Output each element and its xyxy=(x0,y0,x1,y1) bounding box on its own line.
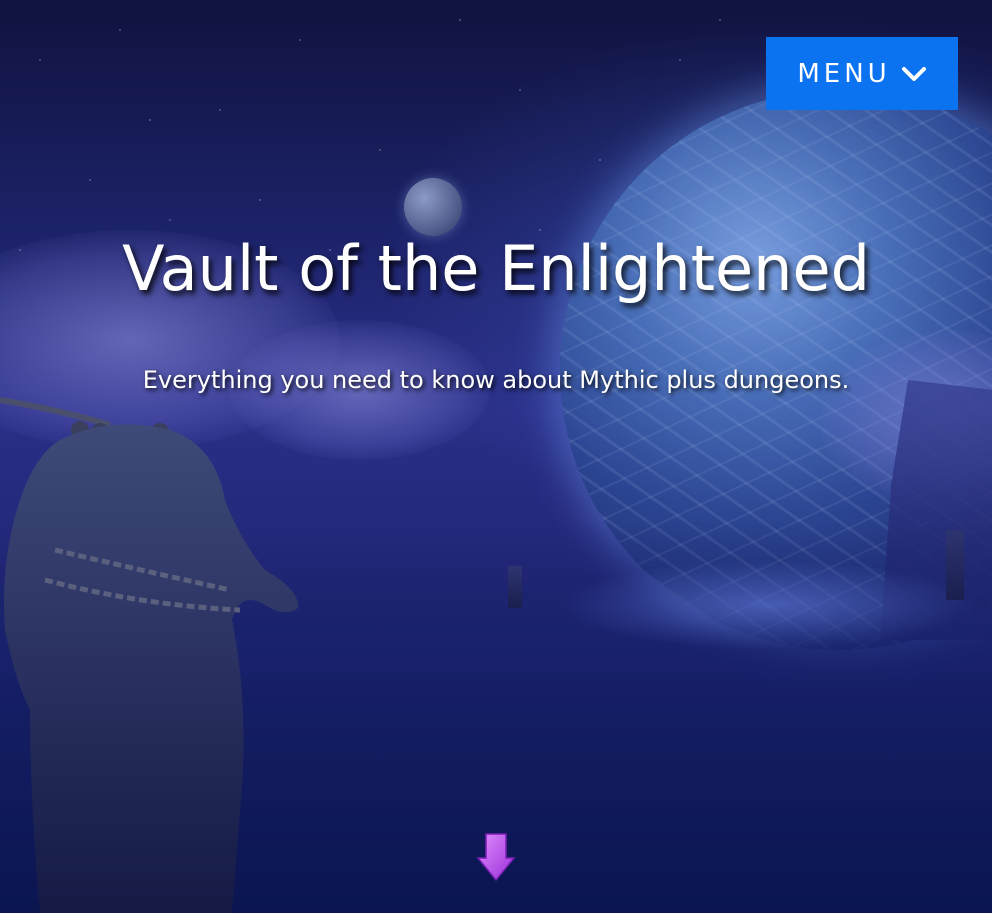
menu-button-label: MENU xyxy=(797,58,891,89)
menu-button[interactable]: MENU xyxy=(766,37,958,110)
hero-section: Vault of the Enlightened Everything you … xyxy=(0,0,992,913)
arrow-down-icon[interactable] xyxy=(476,832,516,882)
standing-stone-illustration xyxy=(508,566,522,608)
horizon-glow xyxy=(560,560,980,650)
standing-stone-illustration xyxy=(946,530,964,600)
page-title: Vault of the Enlightened xyxy=(122,232,870,305)
chevron-down-icon xyxy=(901,66,926,81)
page-subtitle: Everything you need to know about Mythic… xyxy=(142,366,850,394)
warrior-silhouette-illustration xyxy=(0,397,299,913)
moon-illustration xyxy=(404,178,462,236)
